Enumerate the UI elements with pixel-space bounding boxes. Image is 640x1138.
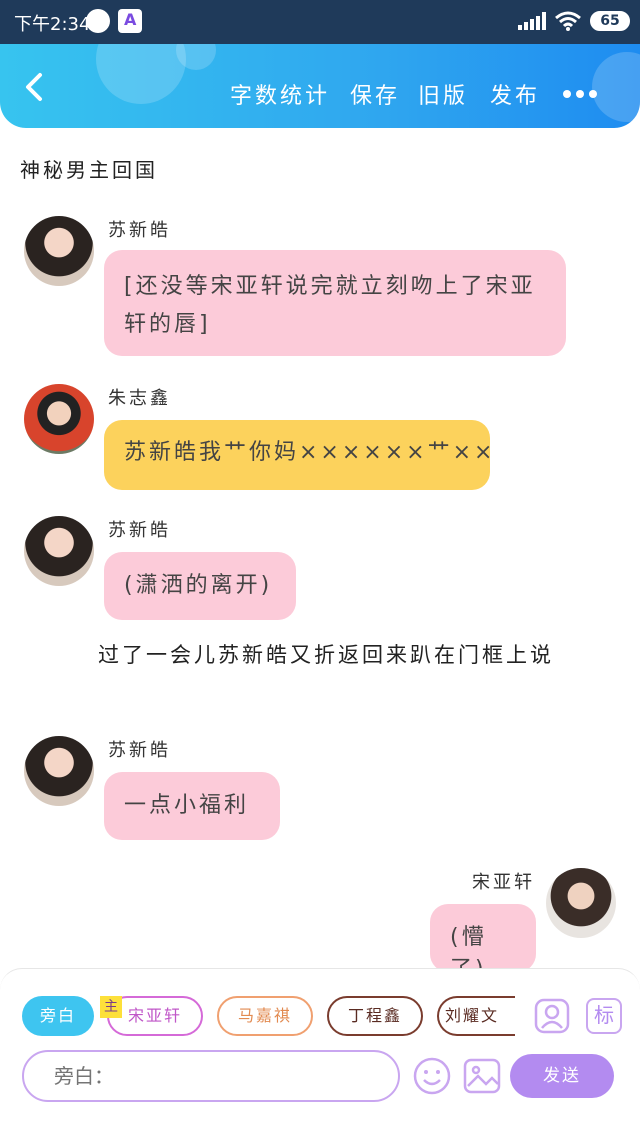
story-chat-area[interactable]: 神秘男主回国 苏新皓 [还没等宋亚轩说完就立刻吻上了宋亚轩的唇] 朱志鑫 苏新皓… [0, 128, 640, 968]
avatar-zhu-zhixin[interactable] [24, 384, 94, 454]
message-bubble[interactable]: 苏新皓我艹你妈××××××艹××××××××× [104, 420, 490, 490]
avatar-su-xinhao[interactable] [24, 736, 94, 806]
battery-indicator: 65 [590, 11, 630, 31]
message-bubble[interactable]: [还没等宋亚轩说完就立刻吻上了宋亚轩的唇] [104, 250, 566, 356]
speaker-name: 宋亚轩 [472, 872, 535, 893]
message-bubble[interactable]: (懵了) [430, 904, 536, 968]
message-bubble[interactable]: 一点小福利 [104, 772, 280, 840]
message-bubble[interactable]: (潇洒的离开) [104, 552, 296, 620]
more-options-icon[interactable] [562, 89, 598, 99]
role-chip-ma-jiaqi[interactable]: 马嘉祺 [217, 996, 313, 1036]
publish-button[interactable]: 发布 [490, 78, 540, 110]
status-bar: 下午2:34 65 [0, 0, 640, 44]
role-chip-liu-yaowen[interactable]: 刘耀文 [437, 996, 515, 1036]
avatar-su-xinhao[interactable] [24, 516, 94, 586]
emoji-icon[interactable] [412, 1056, 452, 1096]
decorative-bubble [592, 52, 640, 122]
message-input[interactable] [22, 1050, 400, 1102]
save-button[interactable]: 保存 [350, 78, 400, 110]
role-chip-narrator[interactable]: 旁白 [22, 996, 94, 1036]
speaker-name: 朱志鑫 [108, 388, 171, 409]
wifi-icon [555, 11, 581, 31]
speaker-name: 苏新皓 [108, 740, 171, 761]
app-header: 字数统计 保存 旧版 发布 [0, 44, 640, 128]
main-character-tag: 主 [100, 996, 122, 1018]
role-chip-ding-chengxin[interactable]: 丁程鑫 [327, 996, 423, 1036]
status-time: 下午2:34 [14, 14, 91, 35]
avatar-song-yaxuan[interactable] [546, 868, 616, 938]
old-version-button[interactable]: 旧版 [418, 78, 468, 110]
tag-icon[interactable]: 标 [586, 998, 622, 1034]
image-icon[interactable] [462, 1056, 502, 1096]
app-notification-icon [118, 9, 142, 33]
decorative-bubble [96, 44, 186, 104]
story-title: 神秘男主回国 [20, 158, 158, 182]
avatar-su-xinhao[interactable] [24, 216, 94, 286]
signal-icon [518, 12, 546, 30]
globe-icon [86, 9, 110, 33]
back-arrow-icon[interactable] [22, 72, 48, 102]
speaker-name: 苏新皓 [108, 520, 171, 541]
add-character-icon[interactable] [534, 998, 570, 1034]
speaker-name: 苏新皓 [108, 220, 171, 241]
narration-text: 过了一会儿苏新皓又折返回来趴在门框上说 [98, 643, 554, 667]
word-count-button[interactable]: 字数统计 [230, 78, 330, 110]
send-button[interactable]: 发送 [510, 1054, 614, 1098]
